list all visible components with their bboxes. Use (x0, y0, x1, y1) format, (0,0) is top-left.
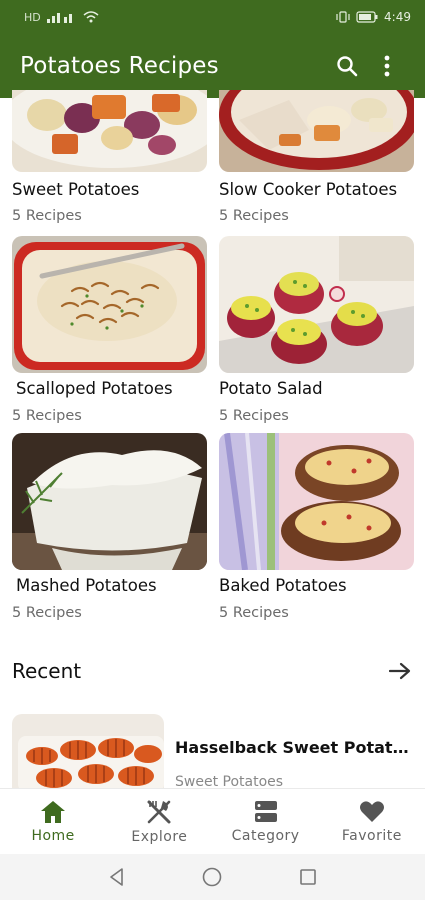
status-time: 4:49 (384, 10, 411, 24)
system-navigation-bar (0, 854, 425, 900)
category-title: Scalloped Potatoes (16, 379, 173, 398)
category-card-scalloped-potatoes[interactable]: Scalloped Potatoes 5 Recipes (12, 236, 207, 426)
category-image (219, 433, 414, 570)
status-bar: HD 4:49 (0, 0, 425, 34)
nav-home[interactable]: Home (0, 789, 106, 854)
status-left: HD (24, 11, 99, 24)
category-image (219, 90, 414, 172)
arrow-right-icon (389, 662, 411, 680)
category-title: Slow Cooker Potatoes (219, 180, 398, 199)
battery-icon (356, 11, 378, 23)
recent-header: Recent (12, 656, 412, 686)
category-title: Potato Salad (219, 379, 323, 398)
recent-recipe-name: Hasselback Sweet Potato ... (175, 738, 415, 757)
recent-see-all-button[interactable] (388, 659, 412, 683)
heart-icon (359, 800, 384, 822)
home-icon (41, 800, 66, 823)
bottom-navigation: Home Explore Category Favorite (0, 788, 425, 854)
hd-indicator: HD (24, 10, 41, 24)
category-title: Sweet Potatoes (12, 180, 140, 199)
recent-recipe-item[interactable]: Hasselback Sweet Potato ... Sweet Potato… (12, 714, 417, 792)
recent-title: Recent (12, 659, 82, 683)
category-count: 5 Recipes (219, 208, 289, 224)
recent-recipe-image (12, 714, 164, 792)
category-title: Mashed Potatoes (16, 576, 157, 595)
back-icon[interactable] (107, 867, 127, 887)
search-icon (337, 56, 358, 77)
category-card-slow-cooker-potatoes[interactable]: Slow Cooker Potatoes 5 Recipes (219, 90, 414, 235)
category-count: 5 Recipes (12, 605, 82, 621)
app-bar: Potatoes Recipes (0, 34, 425, 98)
nav-favorite-label: Favorite (341, 827, 402, 844)
status-right: 4:49 (336, 10, 411, 24)
signal-icon (46, 13, 72, 23)
nav-explore[interactable]: Explore (106, 789, 212, 854)
nav-home-label: Home (31, 827, 75, 844)
nav-explore-label: Explore (131, 828, 188, 845)
category-count: 5 Recipes (12, 208, 82, 224)
category-card-potato-salad[interactable]: Potato Salad 5 Recipes (219, 236, 414, 426)
category-card-sweet-potatoes[interactable]: Sweet Potatoes 5 Recipes (12, 90, 207, 235)
overflow-menu-button[interactable] (367, 46, 407, 86)
vibrate-icon (336, 11, 350, 23)
category-icon (254, 800, 277, 822)
search-button[interactable] (327, 46, 367, 86)
category-count: 5 Recipes (219, 408, 289, 424)
more-vert-icon (384, 55, 390, 77)
nav-category[interactable]: Category (213, 789, 319, 854)
category-card-mashed-potatoes[interactable]: Mashed Potatoes 5 Recipes (12, 433, 207, 623)
recents-icon[interactable] (298, 867, 318, 887)
category-count: 5 Recipes (12, 408, 82, 424)
category-count: 5 Recipes (219, 605, 289, 621)
category-title: Baked Potatoes (219, 576, 347, 595)
category-image (219, 236, 414, 373)
category-image (12, 433, 207, 570)
fork-knife-icon (147, 800, 171, 823)
nav-category-label: Category (231, 827, 300, 844)
category-image (12, 90, 207, 172)
app-title: Potatoes Recipes (20, 53, 219, 79)
category-card-baked-potatoes[interactable]: Baked Potatoes 5 Recipes (219, 433, 414, 623)
category-image (12, 236, 207, 373)
nav-favorite[interactable]: Favorite (319, 789, 425, 854)
home-circle-icon[interactable] (201, 866, 223, 888)
wifi-icon (83, 11, 99, 23)
